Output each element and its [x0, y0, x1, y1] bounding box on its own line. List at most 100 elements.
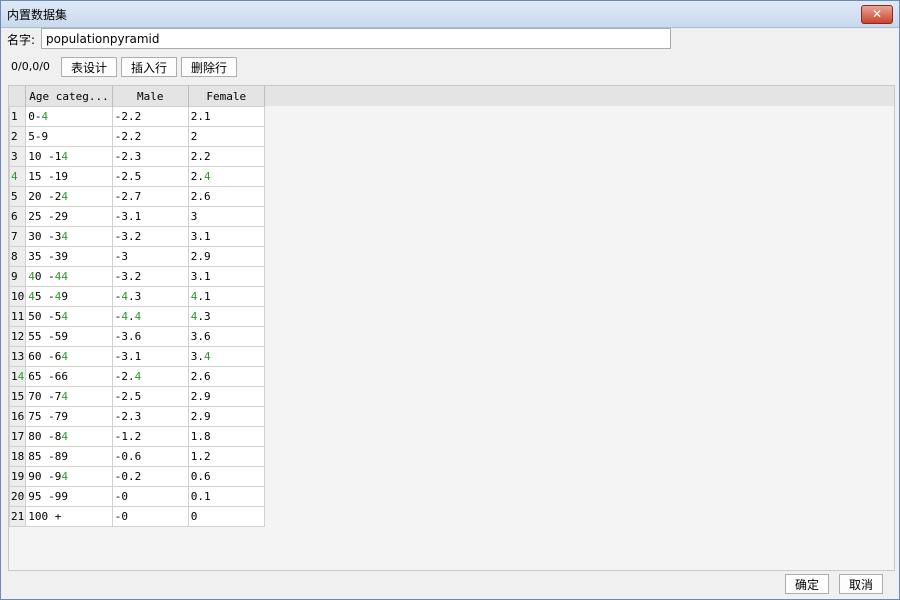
- cell-male[interactable]: -0.6: [111, 446, 189, 467]
- table-row[interactable]: 21 100 + -0 0: [8, 506, 265, 527]
- column-header-age[interactable]: Age categ...: [25, 86, 113, 107]
- cell-age-category[interactable]: 100 +: [25, 506, 113, 527]
- table-design-button[interactable]: 表设计: [61, 57, 117, 77]
- cell-age-category[interactable]: 0-4: [25, 106, 113, 127]
- cell-male[interactable]: -3.1: [111, 206, 189, 227]
- cell-male[interactable]: -2.2: [111, 126, 189, 147]
- row-number[interactable]: 11: [8, 306, 27, 327]
- row-number[interactable]: 17: [8, 426, 27, 447]
- row-number[interactable]: 13: [8, 346, 27, 367]
- cell-age-category[interactable]: 95 -99: [25, 486, 113, 507]
- cell-male[interactable]: -4.3: [111, 286, 189, 307]
- table-row[interactable]: 1 0-4 -2.2 2.1: [8, 106, 265, 127]
- row-number[interactable]: 18: [8, 446, 27, 467]
- table-row[interactable]: 8 35 -39 -3 2.9: [8, 246, 265, 267]
- cell-age-category[interactable]: 10 -14: [25, 146, 113, 167]
- cell-female[interactable]: 3.1: [187, 226, 265, 247]
- row-number[interactable]: 3: [8, 146, 27, 167]
- table-row[interactable]: 6 25 -29 -3.1 3: [8, 206, 265, 227]
- cell-female[interactable]: 3: [187, 206, 265, 227]
- cell-male[interactable]: -3.1: [111, 346, 189, 367]
- cell-female[interactable]: 2.4: [187, 166, 265, 187]
- cell-age-category[interactable]: 5-9: [25, 126, 113, 147]
- cancel-button[interactable]: 取消: [839, 574, 883, 594]
- cell-female[interactable]: 1.8: [187, 426, 265, 447]
- cell-female[interactable]: 2.6: [187, 186, 265, 207]
- cell-female[interactable]: 3.1: [187, 266, 265, 287]
- table-row[interactable]: 20 95 -99 -0 0.1: [8, 486, 265, 507]
- cell-male[interactable]: -2.2: [111, 106, 189, 127]
- cell-female[interactable]: 2.6: [187, 366, 265, 387]
- cell-age-category[interactable]: 50 -54: [25, 306, 113, 327]
- cell-male[interactable]: -2.5: [111, 166, 189, 187]
- cell-male[interactable]: -2.3: [111, 406, 189, 427]
- cell-female[interactable]: 3.4: [187, 346, 265, 367]
- table-row[interactable]: 15 70 -74 -2.5 2.9: [8, 386, 265, 407]
- cell-female[interactable]: 0.1: [187, 486, 265, 507]
- cell-age-category[interactable]: 85 -89: [25, 446, 113, 467]
- table-row[interactable]: 10 45 -49 -4.3 4.1: [8, 286, 265, 307]
- delete-row-button[interactable]: 删除行: [181, 57, 237, 77]
- cell-female[interactable]: 2.1: [187, 106, 265, 127]
- table-row[interactable]: 3 10 -14 -2.3 2.2: [8, 146, 265, 167]
- cell-age-category[interactable]: 55 -59: [25, 326, 113, 347]
- title-bar[interactable]: 内置数据集 ✕: [1, 1, 899, 28]
- cell-age-category[interactable]: 75 -79: [25, 406, 113, 427]
- cell-female[interactable]: 0: [187, 506, 265, 527]
- table-row[interactable]: 16 75 -79 -2.3 2.9: [8, 406, 265, 427]
- row-number[interactable]: 14: [8, 366, 27, 387]
- cell-male[interactable]: -2.5: [111, 386, 189, 407]
- cell-age-category[interactable]: 80 -84: [25, 426, 113, 447]
- row-number[interactable]: 21: [8, 506, 27, 527]
- cell-female[interactable]: 0.6: [187, 466, 265, 487]
- cell-age-category[interactable]: 60 -64: [25, 346, 113, 367]
- cell-age-category[interactable]: 40 -44: [25, 266, 113, 287]
- table-row[interactable]: 9 40 -44 -3.2 3.1: [8, 266, 265, 287]
- cell-male[interactable]: -0: [111, 486, 189, 507]
- cell-male[interactable]: -0: [111, 506, 189, 527]
- cell-age-category[interactable]: 20 -24: [25, 186, 113, 207]
- close-button[interactable]: ✕: [861, 5, 893, 24]
- table-row[interactable]: 19 90 -94 -0.2 0.6: [8, 466, 265, 487]
- cell-male[interactable]: -2.4: [111, 366, 189, 387]
- data-grid[interactable]: Age categ... Male Female 1 0-4 -2.2 2.1 2 5-9…: [8, 85, 895, 571]
- cell-age-category[interactable]: 15 -19: [25, 166, 113, 187]
- table-row[interactable]: 17 80 -84 -1.2 1.8: [8, 426, 265, 447]
- cell-female[interactable]: 4.1: [187, 286, 265, 307]
- cell-female[interactable]: 2: [187, 126, 265, 147]
- cell-age-category[interactable]: 30 -34: [25, 226, 113, 247]
- row-number[interactable]: 10: [8, 286, 27, 307]
- cell-age-category[interactable]: 65 -66: [25, 366, 113, 387]
- cell-male[interactable]: -2.7: [111, 186, 189, 207]
- row-number[interactable]: 15: [8, 386, 27, 407]
- cell-male[interactable]: -3.2: [111, 226, 189, 247]
- row-number[interactable]: 19: [8, 466, 27, 487]
- cell-male[interactable]: -2.3: [111, 146, 189, 167]
- cell-age-category[interactable]: 35 -39: [25, 246, 113, 267]
- ok-button[interactable]: 确定: [785, 574, 829, 594]
- cell-age-category[interactable]: 70 -74: [25, 386, 113, 407]
- cell-female[interactable]: 2.2: [187, 146, 265, 167]
- row-number[interactable]: 16: [8, 406, 27, 427]
- row-number[interactable]: 7: [8, 226, 27, 247]
- cell-male[interactable]: -3.6: [111, 326, 189, 347]
- row-number[interactable]: 20: [8, 486, 27, 507]
- cell-male[interactable]: -3: [111, 246, 189, 267]
- table-row[interactable]: 7 30 -34 -3.2 3.1: [8, 226, 265, 247]
- row-number[interactable]: 5: [8, 186, 27, 207]
- row-number[interactable]: 8: [8, 246, 27, 267]
- table-row[interactable]: 12 55 -59 -3.6 3.6: [8, 326, 265, 347]
- row-number[interactable]: 6: [8, 206, 27, 227]
- cell-female[interactable]: 2.9: [187, 386, 265, 407]
- cell-male[interactable]: -1.2: [111, 426, 189, 447]
- cell-female[interactable]: 1.2: [187, 446, 265, 467]
- cell-female[interactable]: 2.9: [187, 406, 265, 427]
- cell-female[interactable]: 3.6: [187, 326, 265, 347]
- table-row[interactable]: 4 15 -19 -2.5 2.4: [8, 166, 265, 187]
- cell-male[interactable]: -4.4: [111, 306, 189, 327]
- row-number[interactable]: 4: [8, 166, 27, 187]
- column-header-male[interactable]: Male: [112, 86, 189, 107]
- row-number[interactable]: 1: [8, 106, 27, 127]
- row-number[interactable]: 9: [8, 266, 27, 287]
- row-number[interactable]: 2: [8, 126, 27, 147]
